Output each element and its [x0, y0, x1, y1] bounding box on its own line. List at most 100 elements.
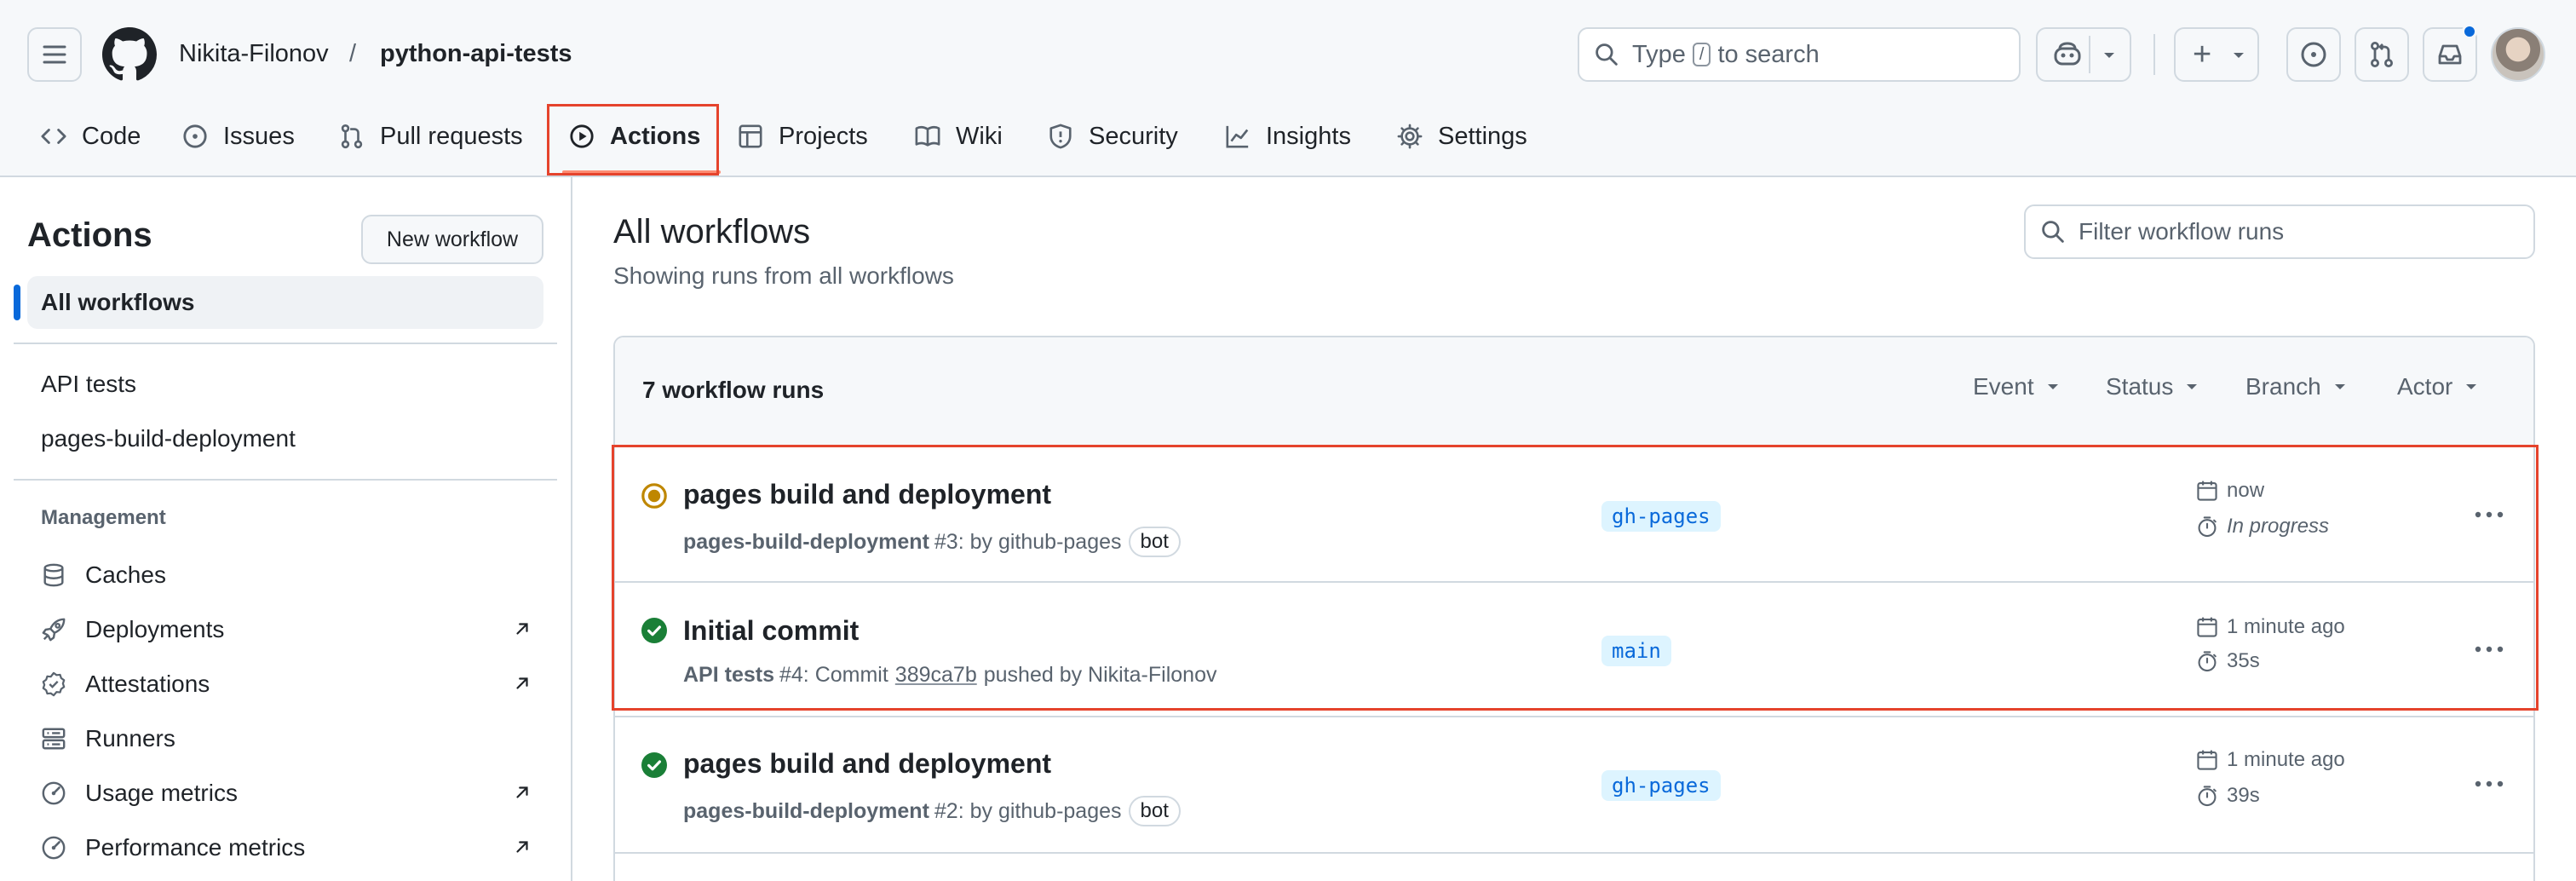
- run-title[interactable]: pages build and deployment: [683, 477, 1051, 511]
- sidebar-item-all-workflows[interactable]: All workflows: [14, 276, 543, 329]
- copilot-button[interactable]: [2036, 27, 2131, 82]
- search-icon: [2042, 221, 2064, 243]
- sidebar-item-label: Runners: [85, 725, 175, 751]
- run-options-button[interactable]: [2472, 498, 2506, 532]
- repo-header: Nikita-Filonov / python-api-tests Type /…: [0, 0, 2576, 177]
- meter-icon: [42, 781, 66, 805]
- workflow-runs-list: 7 workflow runs Event Status Branch Acto…: [613, 336, 2535, 881]
- run-meta-text-after: pushed by Nikita-Filonov: [983, 663, 1217, 687]
- sidebar-item-api-tests[interactable]: API tests: [27, 358, 543, 411]
- commit-sha-link[interactable]: 389ca7b: [895, 663, 977, 688]
- run-meta: API tests #4 : Commit 389ca7b pushed by …: [683, 663, 1216, 688]
- facet-label: Status: [2106, 373, 2174, 400]
- avatar[interactable]: [2491, 27, 2545, 82]
- branch-label[interactable]: main: [1601, 636, 1671, 666]
- sidebar-item-pages-build-deployment[interactable]: pages-build-deployment: [27, 412, 543, 465]
- sidebar-item-usage-metrics[interactable]: Usage metrics: [41, 772, 532, 815]
- runs-count: 7 workflow runs: [642, 377, 825, 403]
- run-duration-value: 35s: [2227, 649, 2260, 672]
- sidebar-title: Actions: [27, 216, 152, 254]
- filter-placeholder: Filter workflow runs: [2079, 218, 2285, 245]
- tab-settings[interactable]: Settings: [1397, 116, 1527, 157]
- chevron-down-icon: [2466, 384, 2477, 389]
- workflow-run-row[interactable]: pages build and deployment pages-build-d…: [615, 717, 2533, 854]
- run-number: #3: [934, 529, 958, 554]
- facet-label: Event: [1973, 373, 2034, 400]
- status-filter-dropdown[interactable]: Status: [2106, 373, 2199, 400]
- tab-label: Wiki: [956, 122, 1003, 150]
- run-workflow-name: API tests: [683, 663, 774, 687]
- calendar-icon: [2197, 617, 2217, 637]
- chevron-down-icon: [2334, 384, 2345, 389]
- kebab-horizontal-icon: [2475, 780, 2504, 787]
- run-title[interactable]: Initial commit: [683, 613, 859, 648]
- run-options-button[interactable]: [2472, 767, 2506, 801]
- tab-wiki[interactable]: Wiki: [915, 116, 1003, 157]
- run-meta-text: : Commit: [802, 663, 888, 687]
- menu-button[interactable]: [27, 27, 82, 82]
- run-when: 1 minute ago: [2227, 615, 2345, 638]
- chevron-down-icon[interactable]: [2102, 51, 2116, 60]
- tab-pull-requests[interactable]: Pull requests: [339, 116, 523, 157]
- workflow-run-row[interactable]: Initial commit API tests #4 : Commit 389…: [615, 583, 2533, 717]
- sidebar-divider: [14, 479, 557, 481]
- runs-list-header: 7 workflow runs Event Status Branch Acto…: [615, 337, 2533, 446]
- tab-label: Projects: [779, 122, 868, 150]
- workflow-run-row[interactable]: pages build and deployment pages-build-d…: [615, 446, 2533, 583]
- tab-actions[interactable]: Actions: [569, 116, 700, 157]
- issues-button[interactable]: [2286, 27, 2341, 82]
- inbox-icon: [2438, 44, 2462, 65]
- new-workflow-button[interactable]: New workflow: [361, 215, 543, 264]
- run-title[interactable]: pages build and deployment: [683, 746, 1051, 780]
- issue-opened-icon: [2301, 42, 2326, 67]
- search-placeholder-post: to search: [1717, 40, 1820, 68]
- branch-filter-dropdown[interactable]: Branch: [2245, 373, 2347, 400]
- pull-requests-button[interactable]: [2355, 27, 2409, 82]
- tab-code[interactable]: Code: [41, 116, 141, 157]
- sidebar-item-caches[interactable]: Caches: [41, 554, 532, 596]
- branch-label[interactable]: gh-pages: [1601, 770, 1721, 801]
- tab-projects[interactable]: Projects: [738, 116, 868, 157]
- run-options-button[interactable]: [2472, 632, 2506, 666]
- breadcrumb-repo[interactable]: python-api-tests: [380, 37, 572, 70]
- run-workflow-name: pages-build-deployment: [683, 798, 929, 823]
- sidebar-item-performance-metrics[interactable]: Performance metrics: [41, 826, 532, 869]
- verified-icon: [42, 671, 66, 697]
- github-logo-icon[interactable]: [102, 27, 157, 82]
- sidebar-item-deployments[interactable]: Deployments: [41, 608, 532, 651]
- stopwatch-icon: [2198, 786, 2217, 807]
- event-filter-dropdown[interactable]: Event: [1973, 373, 2060, 400]
- breadcrumb-owner[interactable]: Nikita-Filonov: [179, 37, 329, 70]
- run-workflow-name: pages-build-deployment: [683, 529, 929, 554]
- run-date: 1 minute ago: [2196, 748, 2345, 772]
- run-meta: pages-build-deployment #2 : by github-pa…: [683, 796, 1181, 826]
- success-status-icon: [641, 618, 667, 643]
- gear-icon: [1397, 124, 1423, 149]
- tab-security[interactable]: Security: [1048, 116, 1178, 157]
- tab-label: Pull requests: [380, 122, 523, 150]
- sidebar-item-attestations[interactable]: Attestations: [41, 663, 532, 705]
- sidebar-item-runners[interactable]: Runners: [41, 717, 532, 760]
- stopwatch-icon: [2198, 516, 2217, 538]
- tab-issues[interactable]: Issues: [182, 116, 295, 157]
- tab-insights[interactable]: Insights: [1225, 116, 1351, 157]
- hamburger-icon: [43, 45, 66, 64]
- search-shortcut-key: /: [1692, 43, 1711, 66]
- search-placeholder-pre: Type: [1632, 40, 1686, 68]
- database-icon: [43, 563, 64, 587]
- kebab-horizontal-icon: [2475, 511, 2504, 518]
- run-date: 1 minute ago: [2196, 615, 2345, 639]
- table-icon: [739, 124, 762, 148]
- branch-label[interactable]: gh-pages: [1601, 501, 1721, 532]
- server-icon: [42, 728, 66, 750]
- sidebar-item-label: pages-build-deployment: [41, 425, 296, 452]
- calendar-icon: [2197, 481, 2217, 501]
- arrow-up-right-icon: [516, 677, 528, 689]
- actor-filter-dropdown[interactable]: Actor: [2397, 373, 2478, 400]
- filter-workflow-runs-input[interactable]: Filter workflow runs: [2024, 204, 2535, 259]
- code-icon: [41, 129, 66, 144]
- run-duration: 39s: [2196, 784, 2260, 808]
- create-new-button[interactable]: +: [2174, 27, 2259, 82]
- search-input[interactable]: Type / to search: [1578, 27, 2021, 82]
- chevron-down-icon: [2187, 384, 2198, 389]
